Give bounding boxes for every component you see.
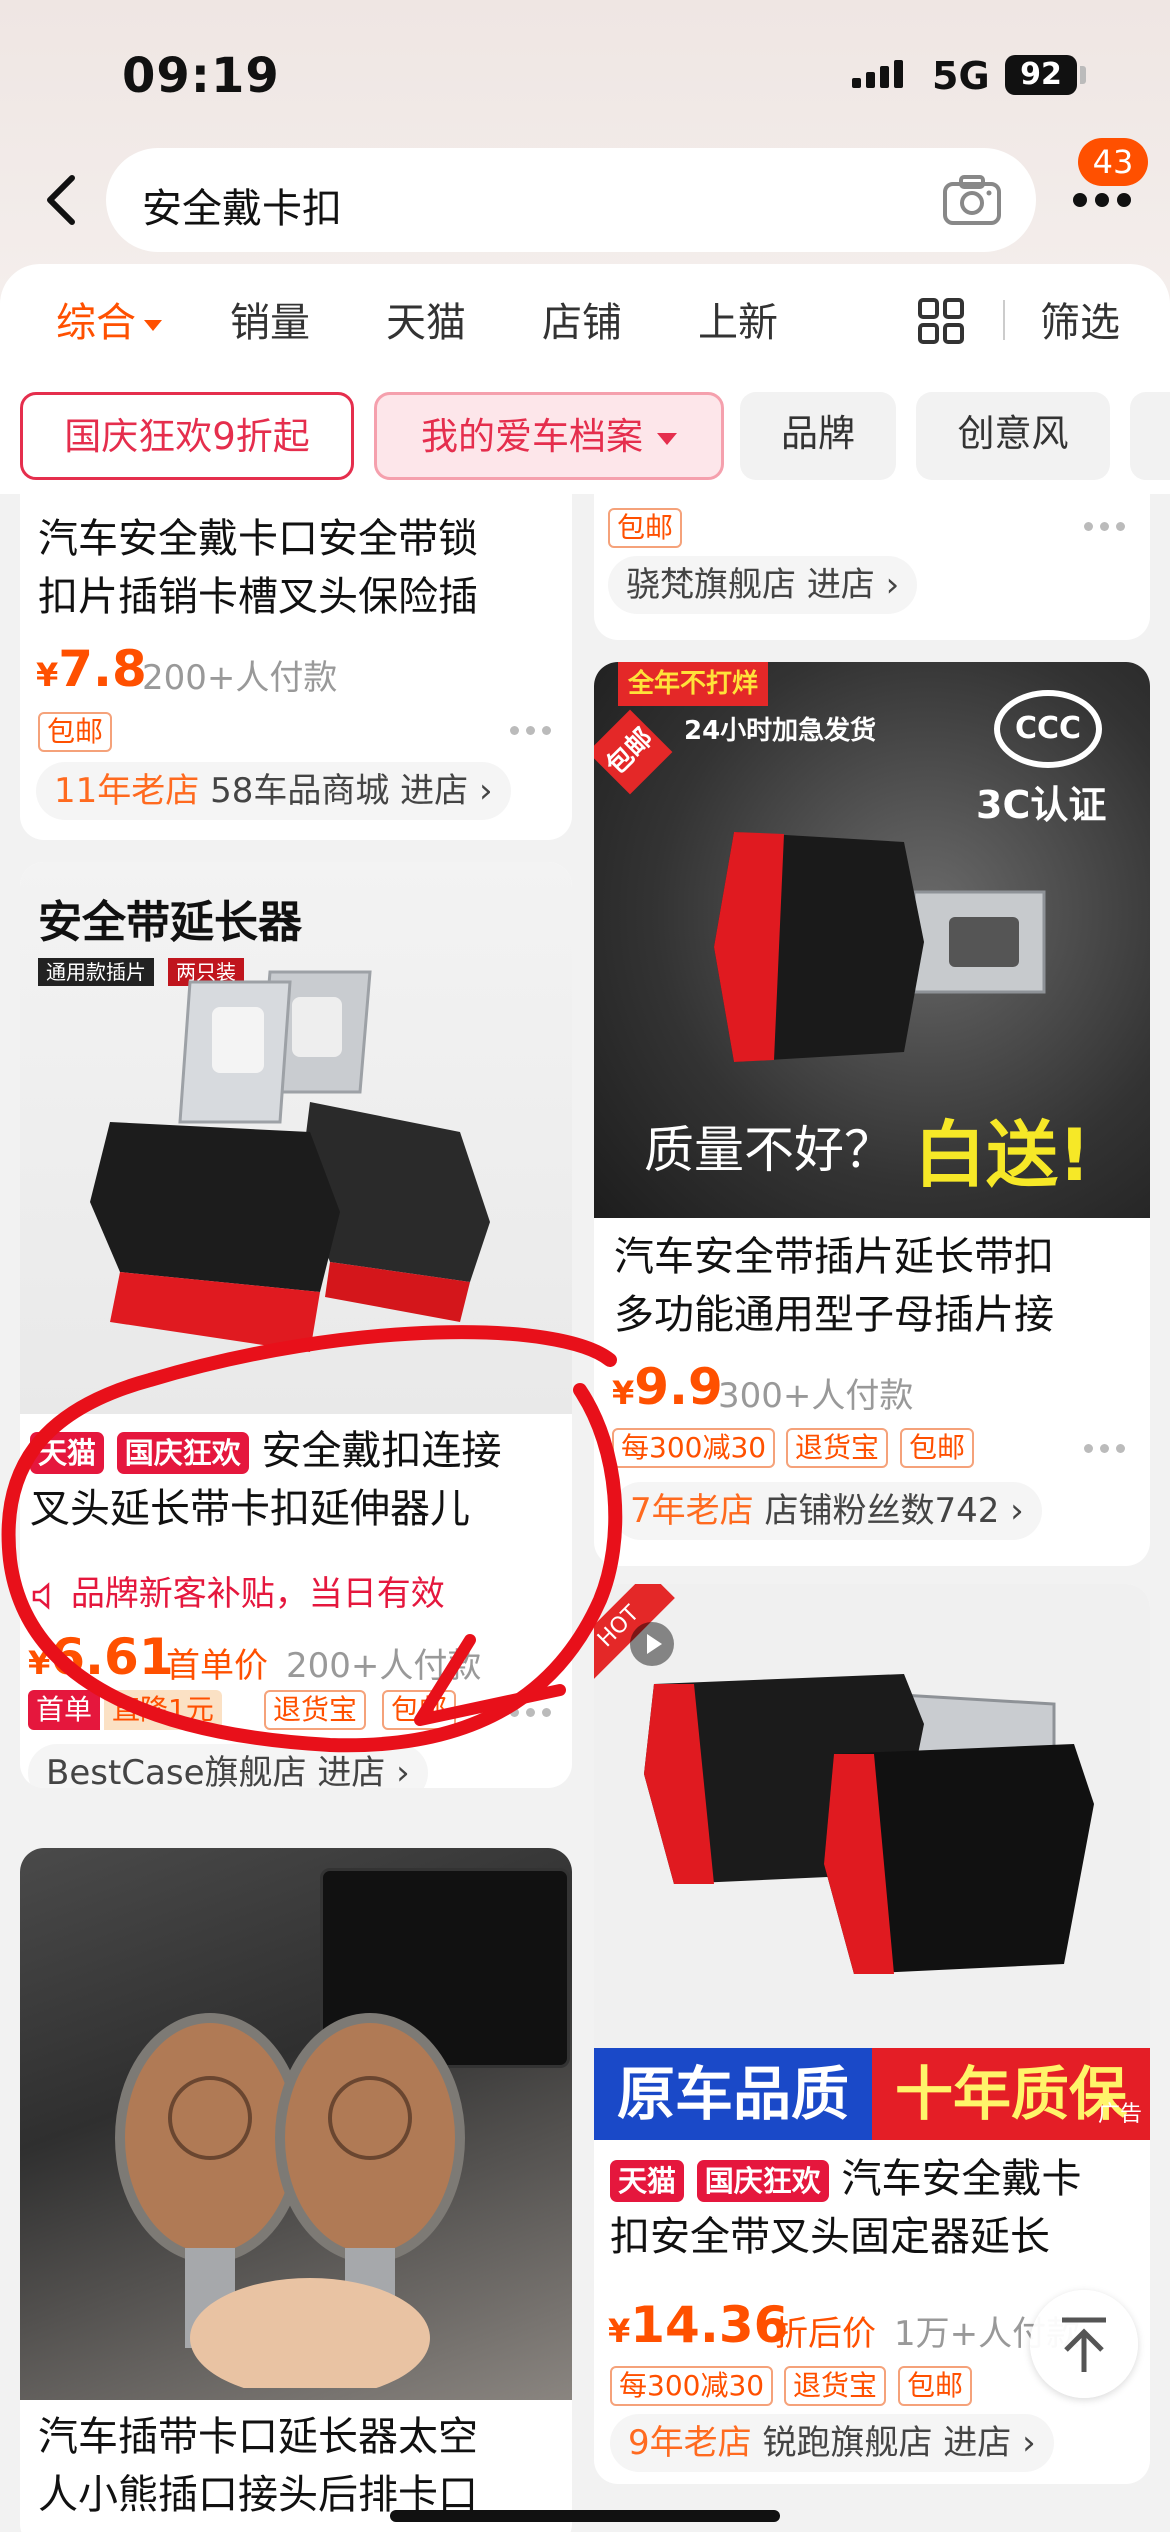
annotation-circle <box>1 1325 623 1753</box>
home-indicator <box>390 2510 780 2522</box>
scroll-top-icon[interactable] <box>1030 2290 1138 2398</box>
